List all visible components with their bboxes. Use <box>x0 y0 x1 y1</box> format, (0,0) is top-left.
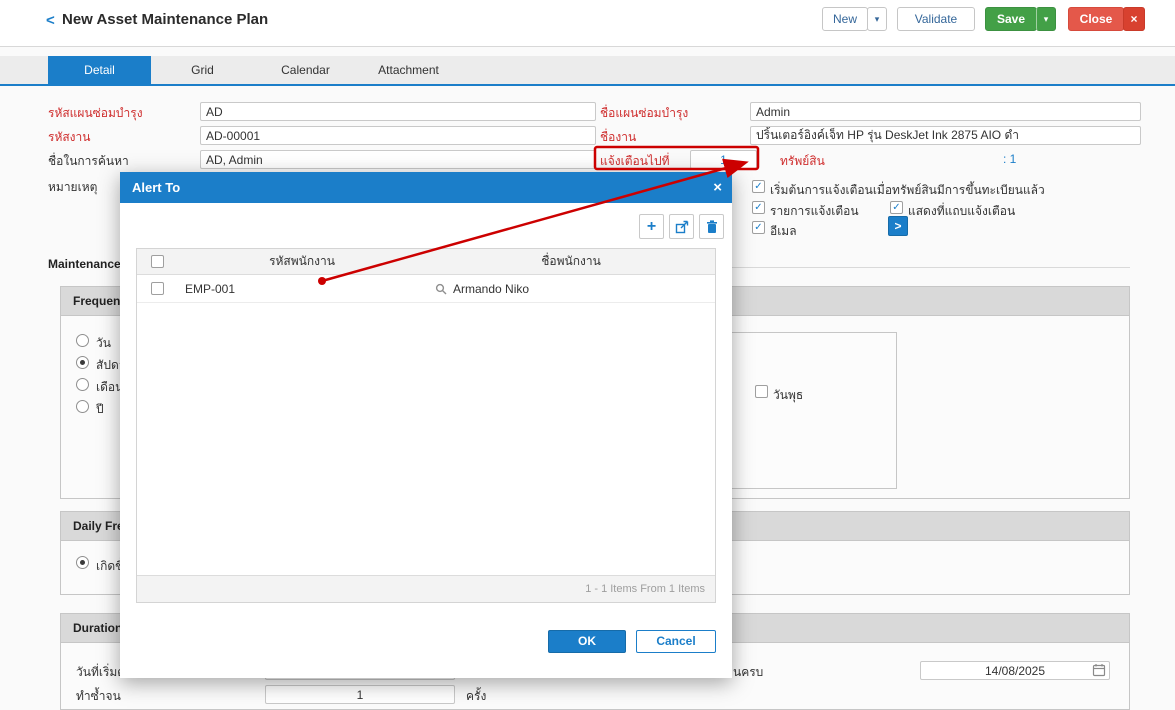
tab-calendar[interactable]: Calendar <box>254 56 357 84</box>
new-button[interactable]: New <box>822 7 868 31</box>
employee-name-text: Armando Niko <box>453 282 529 296</box>
calendar-icon[interactable] <box>1092 663 1106 677</box>
job-code-label: รหัสงาน <box>48 128 90 147</box>
tab-bar: Detail Grid Calendar Attachment <box>0 56 1175 84</box>
plan-name-label: ชื่อแผนซ่อมบำรุง <box>600 104 688 123</box>
job-name-input[interactable] <box>750 126 1141 145</box>
note-label: หมายเหตุ <box>48 178 97 197</box>
frequency-month-radio[interactable] <box>76 378 89 391</box>
daily-occurs-radio[interactable] <box>76 556 89 569</box>
frequency-year-radio[interactable] <box>76 400 89 413</box>
expand-arrow-button[interactable]: > <box>888 216 908 236</box>
row-checkbox[interactable] <box>151 282 164 295</box>
start-alert-checkbox[interactable] <box>752 180 765 193</box>
employee-name-header: ชื่อพนักงาน <box>427 252 715 271</box>
frequency-day-radio[interactable] <box>76 334 89 347</box>
plan-name-input[interactable] <box>750 102 1141 121</box>
back-chevron-icon[interactable]: < <box>46 12 55 29</box>
employee-code-header: รหัสพนักงาน <box>177 252 427 271</box>
frequency-day-label: วัน <box>96 334 111 353</box>
tab-underline <box>0 84 1175 86</box>
select-list-icon <box>675 220 689 234</box>
trash-icon <box>706 220 718 234</box>
tab-attachment[interactable]: Attachment <box>357 56 460 84</box>
repeat-unit-label: ครั้ง <box>466 687 486 706</box>
grid-header-row: รหัสพนักงาน ชื่อพนักงาน <box>137 249 715 275</box>
select-from-list-button[interactable] <box>669 214 694 239</box>
employee-code-cell: EMP-001 <box>177 282 427 296</box>
close-button[interactable]: Close <box>1068 7 1124 31</box>
page-title: New Asset Maintenance Plan <box>62 11 268 28</box>
job-code-input[interactable] <box>200 126 596 145</box>
save-dropdown-caret[interactable]: ▾ <box>1036 7 1056 31</box>
alert-to-label: แจ้งเตือนไปที่ <box>600 152 670 171</box>
repeat-until-label: ทำซ้ำจน <box>76 687 121 706</box>
start-alert-label: เริ่มต้นการแจ้งเตือนเมื่อทรัพย์สินมีการข… <box>770 181 1045 200</box>
modal-close-icon[interactable]: × <box>713 172 722 203</box>
wednesday-checkbox[interactable] <box>755 385 768 398</box>
alert-list-label: รายการแจ้งเตือน <box>770 202 859 221</box>
alert-list-checkbox[interactable] <box>752 201 765 214</box>
frequency-week-radio[interactable] <box>76 356 89 369</box>
modal-header: Alert To × <box>120 172 732 203</box>
plus-icon: + <box>647 218 656 236</box>
email-label: อีเมล <box>770 222 797 241</box>
ok-button[interactable]: OK <box>548 630 626 653</box>
validate-button[interactable]: Validate <box>897 7 975 31</box>
modal-toolbar: + <box>639 214 724 239</box>
select-all-checkbox[interactable] <box>151 255 164 268</box>
save-button[interactable]: Save <box>985 7 1037 31</box>
table-row[interactable]: EMP-001 Armando Niko <box>137 275 715 303</box>
search-name-label: ชื่อในการค้นหา <box>48 152 129 171</box>
new-dropdown-caret[interactable]: ▾ <box>867 7 887 31</box>
wednesday-label: วันพุธ <box>773 386 803 405</box>
plan-code-input[interactable] <box>200 102 596 121</box>
plan-code-label: รหัสแผนซ่อมบำรุง <box>48 104 143 123</box>
search-name-input[interactable] <box>200 150 596 169</box>
tab-grid[interactable]: Grid <box>151 56 254 84</box>
asset-count-value[interactable]: : 1 <box>1003 152 1016 166</box>
employee-grid: รหัสพนักงาน ชื่อพนักงาน EMP-001 Armando … <box>136 248 716 603</box>
modal-title: Alert To <box>132 172 180 203</box>
top-bar: < New Asset Maintenance Plan New ▾ Valid… <box>0 0 1175 47</box>
repeat-count-input[interactable] <box>265 685 455 704</box>
email-checkbox[interactable] <box>752 221 765 234</box>
tab-detail[interactable]: Detail <box>48 56 151 84</box>
frequency-year-label: ปี <box>96 400 104 419</box>
delete-row-button[interactable] <box>699 214 724 239</box>
start-date-label: วันที่เริ่มต้ <box>76 663 125 682</box>
show-tab-checkbox[interactable] <box>890 201 903 214</box>
end-label-fragment: นครบ <box>733 663 763 682</box>
search-icon <box>435 283 447 295</box>
employee-name-cell[interactable]: Armando Niko <box>427 282 715 296</box>
end-date-input[interactable] <box>920 661 1110 680</box>
grid-pagination-status: 1 - 1 Items From 1 Items <box>137 575 715 602</box>
cancel-button[interactable]: Cancel <box>636 630 716 653</box>
asset-label: ทรัพย์สิน <box>780 152 825 171</box>
alert-to-input[interactable] <box>690 150 757 169</box>
alert-to-modal: Alert To × + <box>120 172 732 678</box>
job-name-label: ชื่องาน <box>600 128 636 147</box>
show-tab-label: แสดงที่แถบแจ้งเตือน <box>908 202 1015 221</box>
add-row-button[interactable]: + <box>639 214 664 239</box>
page: < New Asset Maintenance Plan New ▾ Valid… <box>0 0 1175 710</box>
close-x-icon[interactable]: × <box>1123 7 1145 31</box>
